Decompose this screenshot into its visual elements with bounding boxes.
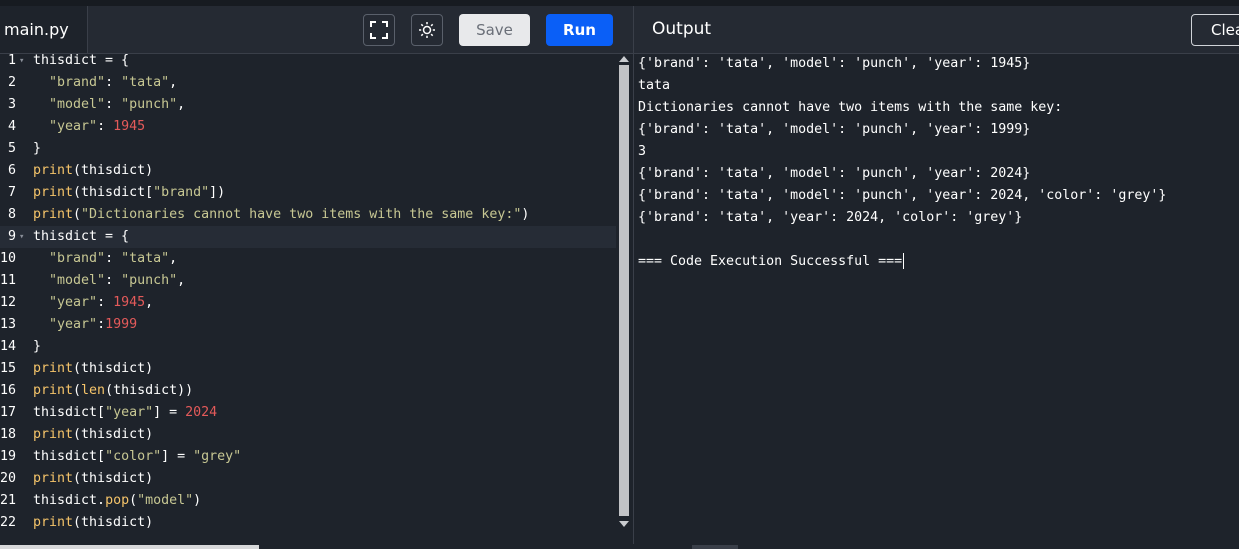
code-text: print("Dictionaries cannot have two item… xyxy=(33,207,530,222)
line-number: 5 xyxy=(7,141,16,156)
output-console: {'brand': 'tata', 'model': 'punch', 'yea… xyxy=(638,54,1238,544)
code-line[interactable]: 18 print(thisdict) xyxy=(0,424,616,446)
code-line[interactable]: 14} xyxy=(0,336,616,358)
code-text: } xyxy=(33,339,42,354)
fold-arrow-icon[interactable]: ▾ xyxy=(19,226,24,248)
output-horizontal-scrollbar[interactable] xyxy=(692,545,738,549)
code-text: print(thisdict) xyxy=(33,515,154,530)
line-number: 9 xyxy=(7,229,16,244)
code-line[interactable]: 8 print("Dictionaries cannot have two ite… xyxy=(0,204,616,226)
output-line: {'brand': 'tata', 'year': 2024, 'color':… xyxy=(638,210,1023,225)
line-number: 13 xyxy=(0,317,17,332)
fullscreen-icon xyxy=(370,21,388,39)
line-number: 1 xyxy=(7,54,16,68)
run-button[interactable]: Run xyxy=(546,14,613,46)
code-text: thisdict.pop("model") xyxy=(33,493,202,508)
code-line[interactable]: 5} xyxy=(0,138,616,160)
code-text: print(thisdict) xyxy=(33,471,154,486)
code-text: thisdict = { xyxy=(33,229,130,244)
line-number: 16 xyxy=(0,383,17,398)
code-line[interactable]: 4 "year": 1945 xyxy=(0,116,616,138)
line-number: 17 xyxy=(0,405,17,420)
line-number: 4 xyxy=(7,119,16,134)
code-editor[interactable]: 1 ▾ thisdict = {2 "brand": "tata", 3 "model… xyxy=(0,54,616,544)
code-line[interactable]: 17 thisdict["year"] = 2024 xyxy=(0,402,616,424)
output-line: {'brand': 'tata', 'model': 'punch', 'yea… xyxy=(638,56,1031,71)
output-line: tata xyxy=(638,78,671,93)
line-number: 12 xyxy=(0,295,17,310)
line-number: 20 xyxy=(0,471,17,486)
code-line[interactable]: 10 "brand": "tata", xyxy=(0,248,616,270)
editor-scrollbar[interactable] xyxy=(616,54,632,531)
code-text: print(thisdict) xyxy=(33,427,154,442)
code-line[interactable]: 15 print(thisdict) xyxy=(0,358,616,380)
line-number: 14 xyxy=(0,339,17,354)
code-text: thisdict["year"] = 2024 xyxy=(33,405,218,420)
code-text: print(thisdict) xyxy=(33,163,154,178)
line-number: 21 xyxy=(0,493,17,508)
code-text: print(thisdict) xyxy=(33,361,154,376)
line-number: 11 xyxy=(0,273,17,288)
output-line: {'brand': 'tata', 'model': 'punch', 'yea… xyxy=(638,122,1031,137)
scroll-up-arrow-icon[interactable] xyxy=(619,56,629,62)
code-line[interactable]: 22 print(thisdict) xyxy=(0,512,616,534)
output-line: {'brand': 'tata', 'model': 'punch', 'yea… xyxy=(638,166,1031,181)
clear-button[interactable]: Clear xyxy=(1191,14,1239,46)
code-text: "brand": "tata", xyxy=(49,251,178,266)
output-line: Dictionaries cannot have two items with … xyxy=(638,100,1063,115)
code-text: thisdict = { xyxy=(33,54,130,68)
fold-arrow-icon[interactable]: ▾ xyxy=(19,54,24,72)
theme-toggle-button[interactable] xyxy=(411,14,443,46)
output-title: Output xyxy=(652,19,712,39)
line-number: 7 xyxy=(7,185,16,200)
code-line[interactable]: 19 thisdict["color"] = "grey" xyxy=(0,446,616,468)
code-line[interactable]: 6 print(thisdict) xyxy=(0,160,616,182)
line-number: 15 xyxy=(0,361,17,376)
output-line: === Code Execution Successful === xyxy=(638,253,905,269)
line-number: 10 xyxy=(0,251,17,266)
tab-main-py[interactable]: main.py xyxy=(0,6,88,53)
code-line[interactable]: 13 "year":1999 xyxy=(0,314,616,336)
code-line[interactable]: 20 print(thisdict) xyxy=(0,468,616,490)
line-number: 8 xyxy=(7,207,16,222)
line-number: 6 xyxy=(7,163,16,178)
code-line[interactable]: 7 print(thisdict["brand"]) xyxy=(0,182,616,204)
code-text: "model": "punch", xyxy=(49,273,186,288)
line-number: 2 xyxy=(7,75,16,90)
save-button[interactable]: Save xyxy=(459,14,530,46)
code-line[interactable]: 9 ▾ thisdict = { xyxy=(0,226,616,248)
line-number: 22 xyxy=(0,515,17,530)
code-text: print(thisdict["brand"]) xyxy=(33,185,226,200)
fullscreen-button[interactable] xyxy=(363,14,395,46)
code-text: "year": 1945, xyxy=(49,295,154,310)
line-number: 3 xyxy=(7,97,16,112)
code-line[interactable]: 3 "model": "punch", xyxy=(0,94,616,116)
editor-horizontal-scrollbar[interactable] xyxy=(0,545,259,549)
toolbar: main.py Save Run Output Clear xyxy=(0,6,1239,54)
code-text: } xyxy=(33,141,42,156)
code-text: "brand": "tata", xyxy=(49,75,178,90)
output-line: {'brand': 'tata', 'model': 'punch', 'yea… xyxy=(638,188,1167,203)
line-number: 18 xyxy=(0,427,17,442)
line-number: 19 xyxy=(0,449,17,464)
code-text: thisdict["color"] = "grey" xyxy=(33,449,242,464)
scroll-down-arrow-icon[interactable] xyxy=(619,521,629,527)
scrollbar-thumb[interactable] xyxy=(619,65,629,516)
text-cursor xyxy=(903,253,905,269)
code-line[interactable]: 21 thisdict.pop("model") xyxy=(0,490,616,512)
code-line[interactable]: 1 ▾ thisdict = { xyxy=(0,54,616,72)
output-line: 3 xyxy=(638,144,647,159)
code-line[interactable]: 16 print(len(thisdict)) xyxy=(0,380,616,402)
code-text: "year": 1945 xyxy=(49,119,146,134)
theme-toggle-icon xyxy=(419,22,435,38)
code-text: "year":1999 xyxy=(49,317,138,332)
code-text: "model": "punch", xyxy=(49,97,186,112)
code-text: print(len(thisdict)) xyxy=(33,383,194,398)
pane-divider[interactable] xyxy=(633,6,634,549)
code-line[interactable]: 11 "model": "punch", xyxy=(0,270,616,292)
code-line[interactable]: 2 "brand": "tata", xyxy=(0,72,616,94)
code-line[interactable]: 12 "year": 1945, xyxy=(0,292,616,314)
